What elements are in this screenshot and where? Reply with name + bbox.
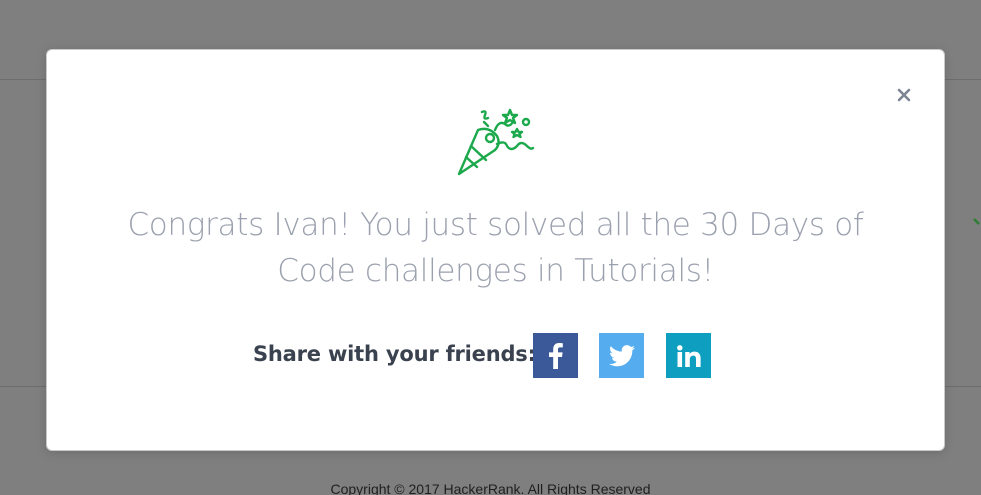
facebook-icon: [548, 342, 563, 369]
linkedin-share-button[interactable]: [666, 333, 711, 378]
close-icon: [897, 88, 911, 102]
close-button[interactable]: [892, 83, 916, 107]
congrats-modal: Congrats Ivan! You just solved all the 3…: [46, 49, 945, 451]
congrats-message: Congrats Ivan! You just solved all the 3…: [127, 207, 864, 289]
facebook-share-button[interactable]: [533, 333, 578, 378]
share-row: Share with your friends:: [47, 333, 944, 379]
share-label: Share with your friends:: [253, 342, 536, 366]
twitter-icon: [608, 344, 635, 366]
footer-copyright: Copyright © 2017 HackerRank. All Rights …: [330, 481, 651, 495]
checkmark-icon: [973, 212, 981, 232]
linkedin-icon: [676, 344, 701, 367]
party-popper-icon: [455, 106, 537, 178]
twitter-share-button[interactable]: [599, 333, 644, 378]
